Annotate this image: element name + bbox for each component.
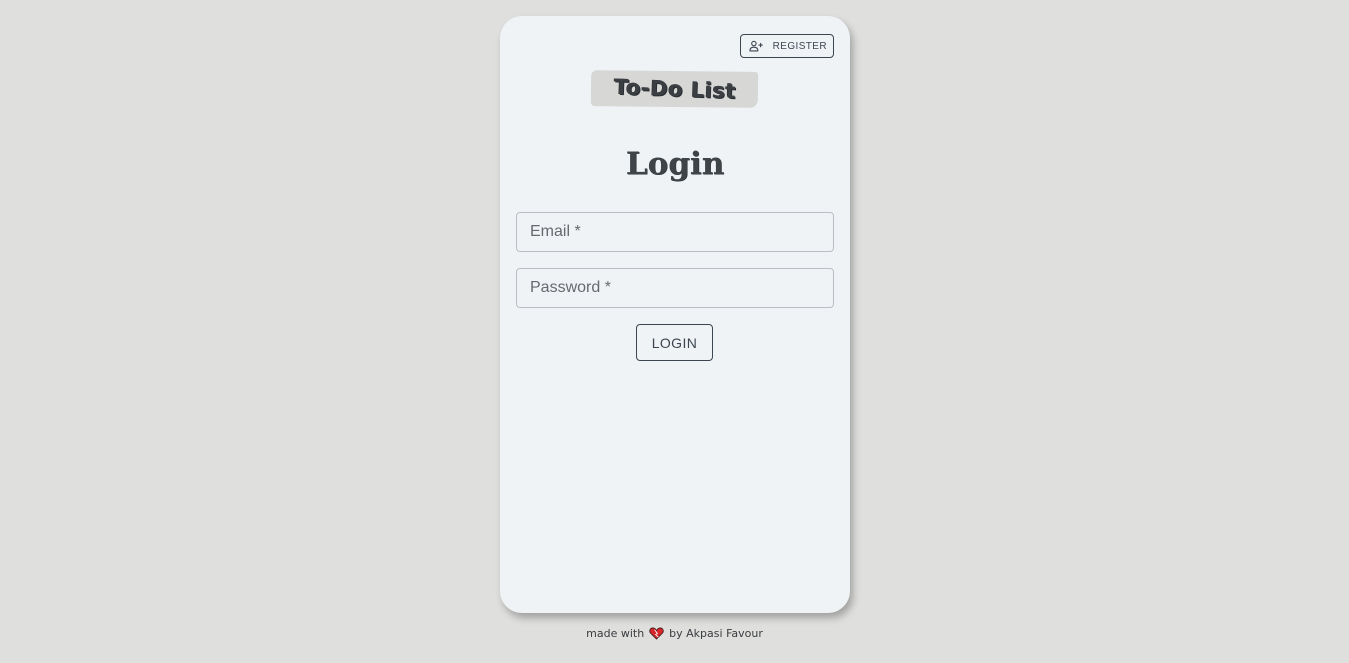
login-card: REGISTER To-Do List Login LOGIN bbox=[500, 16, 850, 613]
footer-author: by Akpasi Favour bbox=[669, 627, 763, 640]
person-add-icon bbox=[749, 40, 763, 52]
page-title: Login bbox=[625, 146, 725, 182]
app-logo-text: To-Do List bbox=[613, 74, 736, 104]
register-button[interactable]: REGISTER bbox=[740, 34, 834, 58]
register-button-label: REGISTER bbox=[772, 40, 827, 52]
heart-icon bbox=[649, 627, 664, 640]
password-field[interactable] bbox=[516, 268, 834, 308]
footer-credit: made with by Akpasi Favour bbox=[0, 627, 1349, 640]
app-logo: To-Do List bbox=[590, 70, 759, 108]
footer-made-with: made with bbox=[586, 627, 645, 640]
email-field[interactable] bbox=[516, 212, 834, 252]
login-button[interactable]: LOGIN bbox=[636, 324, 713, 361]
